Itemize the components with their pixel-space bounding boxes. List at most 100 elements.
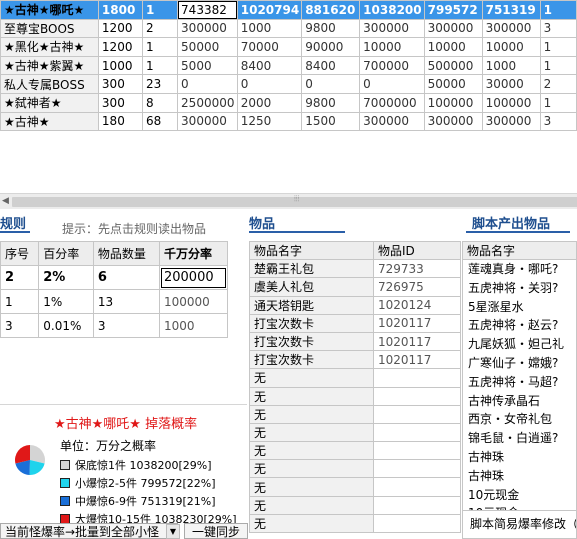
item-row[interactable]: 打宝次数卡 1020117 — [249, 331, 461, 352]
monster-count[interactable]: 1 — [141, 0, 179, 20]
monster-count[interactable]: 8 — [141, 92, 179, 113]
horizontal-scrollbar[interactable]: ◀ ⦙⦙⦙ — [0, 193, 577, 209]
item-row[interactable]: 打宝次数卡 1020117 — [249, 350, 461, 370]
item-name[interactable]: 虞美人礼包 — [249, 277, 374, 297]
script-drop-item[interactable]: 九尾妖狐・妲己礼 — [463, 335, 576, 354]
item-name[interactable]: 无 — [249, 459, 374, 479]
monster-rate-cell[interactable]: 50000 — [423, 74, 483, 94]
item-row[interactable]: 无 — [249, 477, 461, 497]
item-id[interactable]: 1020117 — [373, 331, 461, 352]
monster-rate-cell[interactable]: 100000 — [423, 92, 483, 113]
scroll-down-icon[interactable]: ▼ — [166, 524, 180, 539]
item-id[interactable] — [373, 441, 461, 461]
monster-row[interactable]: ★黑化★古神★ 1200 1 50000 70000 90000 10000 10000 100… — [0, 37, 577, 57]
monster-rate-cell[interactable]: 9800 — [301, 18, 361, 39]
monster-row[interactable]: ★古神★紫翼★ 1000 1 5000 8400 8400 700000 500000 1000… — [0, 55, 577, 76]
item-id[interactable]: 1020117 — [373, 313, 461, 333]
item-name[interactable]: 无 — [249, 477, 374, 497]
monster-rate-cell[interactable]: 1038200 — [359, 0, 425, 20]
item-name[interactable]: 无 — [249, 513, 374, 534]
monster-rate-cell[interactable]: 743382 — [177, 0, 238, 20]
script-drop-item[interactable]: 西京・女帝礼包 — [463, 410, 576, 429]
monster-level[interactable]: 1200 — [97, 18, 143, 39]
monster-rate-cell[interactable]: 700000 — [359, 55, 425, 76]
monster-rate-cell[interactable]: 3 — [539, 18, 577, 39]
script-drop-item[interactable]: 古神珠 — [463, 448, 576, 467]
monster-rate-cell[interactable]: 2500000 — [177, 92, 238, 113]
item-id[interactable]: 726975 — [373, 277, 461, 297]
script-drop-item[interactable]: 莲魂真身・哪吒? — [463, 260, 576, 279]
monster-level[interactable]: 180 — [97, 111, 143, 132]
item-name[interactable]: 无 — [249, 404, 374, 424]
monster-name[interactable]: ★古神★紫翼★ — [0, 55, 99, 76]
item-id[interactable] — [373, 404, 461, 424]
item-row[interactable]: 无 — [249, 368, 461, 388]
monster-name[interactable]: 私人专属BOSS — [0, 74, 99, 94]
monster-rate-cell[interactable]: 2000 — [236, 92, 303, 113]
monster-rate-cell[interactable]: 7000000 — [359, 92, 425, 113]
monster-name[interactable]: ★古神★哪吒★ — [0, 0, 99, 20]
item-row[interactable]: 无 — [249, 495, 461, 515]
monster-name[interactable]: ★弑神者★ — [0, 92, 99, 113]
script-drop-item[interactable]: 古神珠 — [463, 467, 576, 486]
script-drop-item[interactable]: 五虎神将・赵云? — [463, 316, 576, 335]
monster-rate-cell[interactable]: 90000 — [301, 37, 361, 57]
script-drops-list[interactable]: 物品名字 莲魂真身・哪吒? 五虎神将・关羽? 5星涨星水 五虎神将・赵云? 九尾妖狐・妲… — [462, 241, 577, 511]
monster-name[interactable]: ★古神★ — [0, 111, 99, 132]
monster-count[interactable]: 1 — [141, 37, 179, 57]
monster-rate-cell[interactable]: 10000 — [481, 37, 541, 57]
script-rate-edit-label[interactable]: 脚本简易爆率修改（ — [462, 511, 577, 539]
script-drop-item[interactable]: 五虎神将・马超? — [463, 373, 576, 392]
item-name[interactable]: 无 — [249, 422, 374, 443]
rules-row[interactable]: 3 0.01% 3 1000 — [0, 313, 229, 338]
script-drop-item[interactable]: 5星涨星水 — [463, 298, 576, 317]
item-row[interactable]: 楚霸王礼包 729733 — [249, 259, 461, 279]
monster-rate-cell[interactable]: 1 — [539, 37, 577, 57]
monster-rate-cell[interactable]: 8400 — [301, 55, 361, 76]
monster-rate-cell[interactable]: 1 — [539, 0, 577, 20]
sync-button[interactable]: 一键同步 — [184, 523, 248, 539]
monster-rate-cell[interactable]: 1250 — [236, 111, 303, 132]
monster-rate-cell[interactable]: 300000 — [359, 111, 425, 132]
monster-rate-cell[interactable]: 751319 — [481, 0, 541, 20]
item-row[interactable]: 无 — [249, 513, 461, 534]
monster-level[interactable]: 300 — [97, 92, 143, 113]
item-name[interactable]: 无 — [249, 386, 374, 406]
monster-rate-cell[interactable]: 30000 — [481, 74, 541, 94]
monster-rate-cell[interactable]: 8400 — [236, 55, 303, 76]
monster-rate-cell[interactable]: 100000 — [481, 92, 541, 113]
script-drop-item[interactable]: 10元现金 — [463, 504, 576, 510]
item-name[interactable]: 打宝次数卡 — [249, 350, 374, 370]
item-row[interactable]: 无 — [249, 386, 461, 406]
monster-count[interactable]: 1 — [141, 55, 179, 76]
monster-level[interactable]: 1800 — [97, 0, 143, 20]
monster-rate-cell[interactable]: 300000 — [177, 18, 238, 39]
item-name[interactable]: 无 — [249, 368, 374, 388]
item-id[interactable] — [373, 422, 461, 443]
rules-row[interactable]: 1 1% 13 100000 — [0, 289, 229, 314]
item-row[interactable]: 无 — [249, 422, 461, 443]
item-row[interactable]: 通天塔钥匙 1020124 — [249, 295, 461, 315]
monster-count[interactable]: 68 — [141, 111, 179, 132]
monster-rate-cell[interactable]: 300000 — [359, 18, 425, 39]
item-name[interactable]: 打宝次数卡 — [249, 331, 374, 352]
scroll-left-icon[interactable]: ◀ — [2, 196, 9, 206]
monster-row[interactable]: ★古神★哪吒★ 1800 1 743382 1020794 881620 1038200 79… — [0, 0, 577, 20]
monster-count[interactable]: 2 — [141, 18, 179, 39]
rules-rate[interactable]: 100000 — [158, 289, 229, 314]
script-drop-item[interactable]: 五虎神将・关羽? — [463, 279, 576, 298]
monster-rate-cell[interactable]: 1 — [539, 55, 577, 76]
item-row[interactable]: 虞美人礼包 726975 — [249, 277, 461, 297]
monster-rate-cell[interactable]: 0 — [177, 74, 238, 94]
item-name[interactable]: 通天塔钥匙 — [249, 295, 374, 315]
monster-row[interactable]: 私人专属BOSS 300 23 0 0 0 0 50000 30000 2 — [0, 74, 577, 94]
monster-row[interactable]: 至尊宝BOOS 1200 2 300000 1000 9800 300000 300000 30… — [0, 18, 577, 39]
monster-rate-cell[interactable]: 10000 — [359, 37, 425, 57]
monster-rate-cell[interactable]: 0 — [359, 74, 425, 94]
item-id[interactable] — [373, 513, 461, 534]
monster-rate-cell[interactable]: 0 — [236, 74, 303, 94]
monster-rate-cell[interactable]: 0 — [301, 74, 361, 94]
monster-count[interactable]: 23 — [141, 74, 179, 94]
script-drop-item[interactable]: 古神传承晶石 — [463, 392, 576, 411]
monster-row[interactable]: ★弑神者★ 300 8 2500000 2000 9800 7000000 100000 100… — [0, 92, 577, 113]
